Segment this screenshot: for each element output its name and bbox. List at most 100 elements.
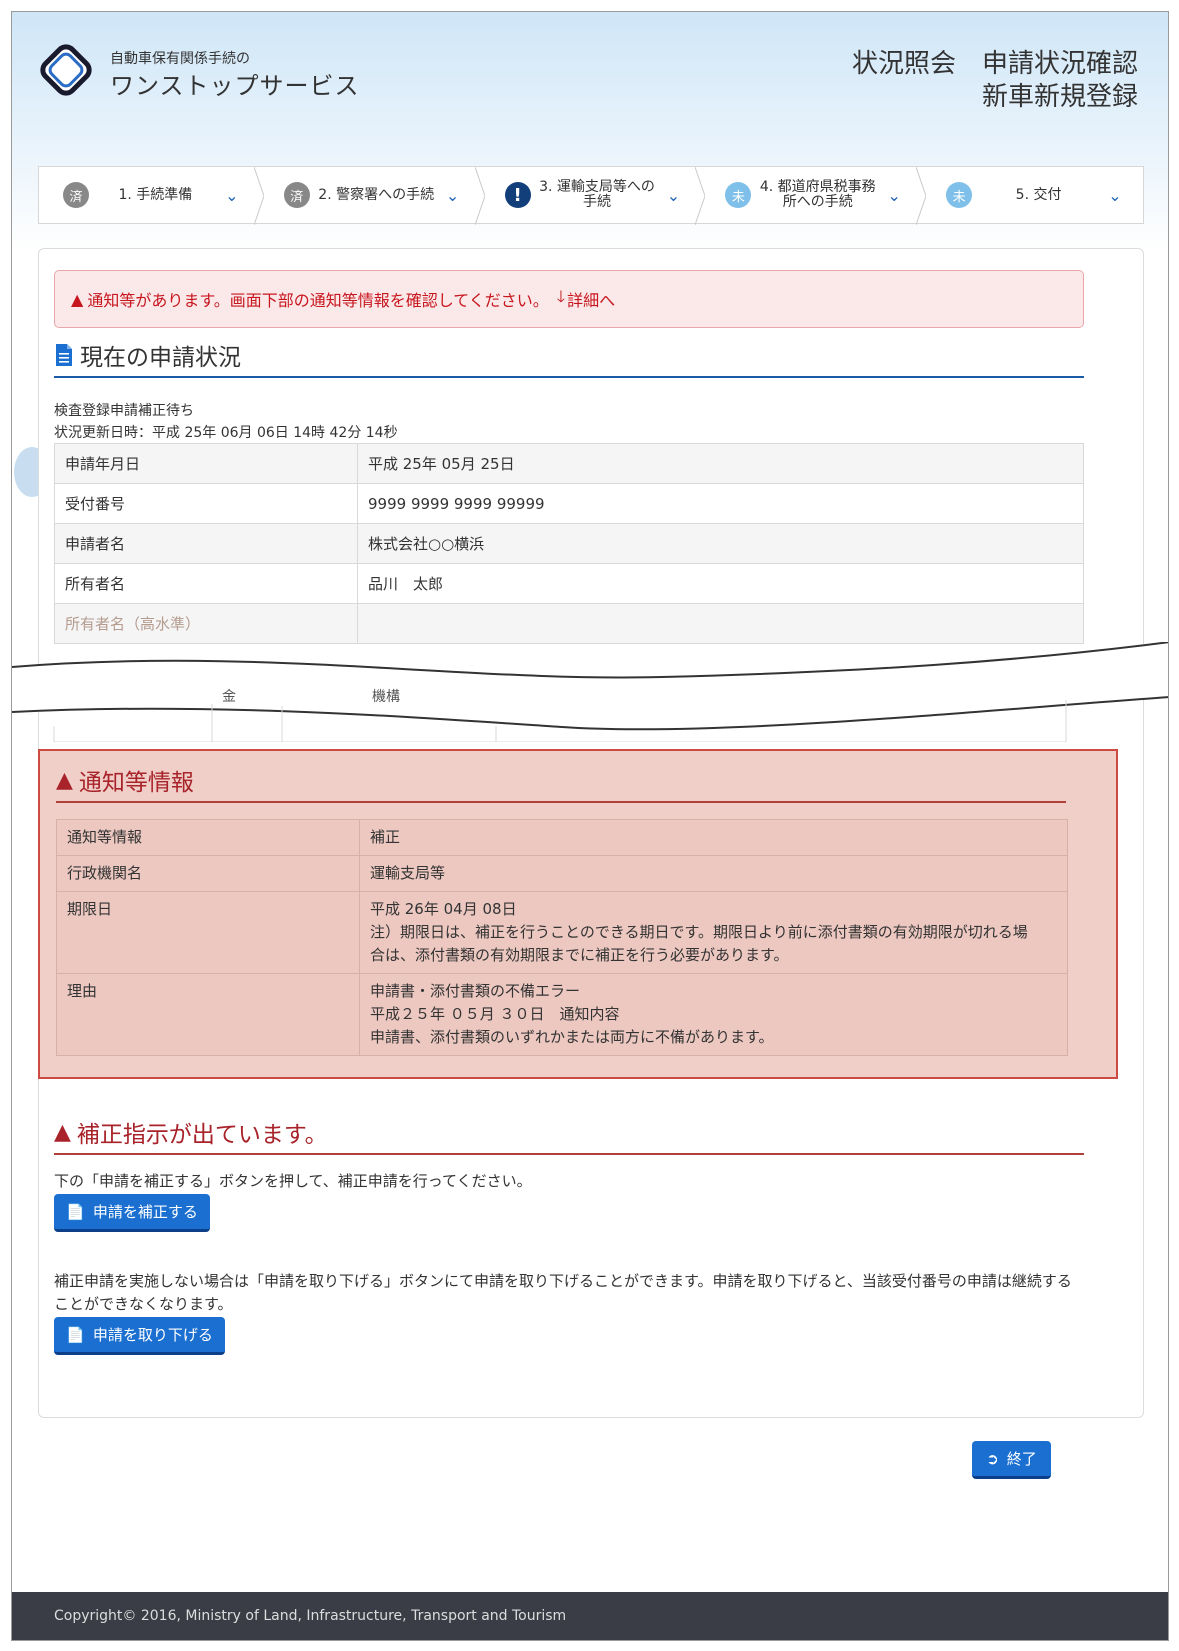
status-title-text: 現在の申請状況 [80, 345, 241, 371]
truncated-cell: 機構 [372, 689, 400, 705]
value-line: 平成 26年 04月 08日 [370, 900, 517, 918]
document-icon: 📄 [66, 1325, 85, 1344]
correction-title: ▲ 補正指示が出ています。 [54, 1115, 328, 1149]
row-key: 受付番号 [54, 483, 358, 524]
button-label: 終了 [1006, 1450, 1037, 1468]
chevron-down-icon[interactable]: ⌄ [1105, 186, 1125, 205]
correction-instruction: 下の「申請を補正する」ボタンを押して、補正申請を行ってください。 [54, 1172, 532, 1190]
logo-title: ワンストップサービス [110, 72, 360, 100]
document-icon [56, 344, 72, 366]
row-value: 平成 26年 04月 08日 注）期限日は、補正を行うことのできる期日です。期限… [359, 891, 1068, 974]
arrow-down-icon: 🡓 [556, 286, 566, 306]
table-row: 行政機関名 運輸支局等 [56, 855, 1068, 892]
row-value: 9999 9999 9999 99999 [357, 483, 1084, 524]
site-header: 自動車保有関係手続の ワンストップサービス 状況照会 申請状況確認 新車新規登録 [12, 12, 1168, 162]
warning-icon: ▲ [54, 1119, 71, 1145]
table-row: 所有者名 品川 太郎 [54, 563, 1084, 604]
progress-steps: 済 1. 手続準備 ⌄ 済 2. 警察署への手続 ⌄ ! 3. 運輸支局等への手… [38, 166, 1144, 225]
end-button[interactable]: ➲ 終了 [972, 1441, 1051, 1479]
service-logo-icon [40, 44, 92, 96]
table-row: 申請年月日 平成 25年 05月 25日 [54, 443, 1084, 484]
status-title-divider [54, 376, 1084, 378]
app-window: 自動車保有関係手続の ワンストップサービス 状況照会 申請状況確認 新車新規登録… [11, 11, 1169, 1641]
value-line: 合は、添付書類の有効期限までに補正を行う必要があります。 [370, 946, 789, 964]
step-label: 3. 運輸支局等への手続 [539, 179, 655, 210]
correct-application-button[interactable]: 📄 申請を補正する [54, 1194, 210, 1232]
row-key: 期限日 [56, 891, 360, 974]
truncated-cell: 金 [222, 689, 236, 705]
document-icon: 📄 [66, 1202, 85, 1221]
step-status-badge: 済 [63, 182, 89, 208]
page-heading-category: 状況照会 [851, 49, 956, 79]
button-label: 申請を補正する [92, 1203, 198, 1221]
table-row: 所有者名（高水準） [54, 603, 1084, 644]
alert-text: 通知等があります。画面下部の通知等情報を確認してください。 [87, 291, 549, 310]
step-label: 2. 警察署への手続 [318, 186, 435, 203]
step-1[interactable]: 済 1. 手続準備 ⌄ [39, 167, 264, 225]
status-section-title: 現在の申請状況 [54, 338, 241, 372]
exclamation-icon: ! [504, 182, 531, 208]
row-key: 通知等情報 [56, 819, 360, 856]
sign-out-icon: ➲ [986, 1449, 999, 1468]
chevron-down-icon[interactable]: ⌄ [663, 186, 683, 205]
table-row: 申請者名 株式会社○○横浜 [54, 523, 1084, 564]
step-status-badge: 未 [725, 182, 752, 208]
row-value: 品川 太郎 [357, 563, 1084, 604]
step-2[interactable]: 済 2. 警察署への手続 ⌄ [260, 167, 485, 225]
row-key: 理由 [56, 973, 360, 1056]
notice-title: ▲ 通知等情報 [56, 763, 194, 797]
page-break-indicator [12, 642, 1168, 742]
row-value: 平成 25年 05月 25日 [357, 443, 1084, 484]
chevron-down-icon[interactable]: ⌄ [443, 186, 463, 205]
warning-icon: ▲ [71, 289, 84, 309]
value-line: 注）期限日は、補正を行うことのできる期日です。期限日より前に添付書類の有効期限が… [370, 923, 1028, 941]
row-value: 補正 [359, 819, 1068, 856]
value-line: 平成２５年 ０５月 ３０日 通知内容 [370, 1005, 620, 1023]
value-line: 運輸支局等 [370, 864, 446, 882]
footer: Copyright© 2016, Ministry of Land, Infra… [12, 1592, 1168, 1640]
step-status-badge: 済 [283, 182, 310, 208]
logo-subtitle: 自動車保有関係手続の [110, 51, 250, 67]
row-value: 申請書・添付書類の不備エラー 平成２５年 ０５月 ３０日 通知内容 申請書、添付… [359, 973, 1068, 1056]
table-row: 受付番号 9999 9999 9999 99999 [54, 483, 1084, 524]
notice-info-box: ▲ 通知等情報 通知等情報 補正 行政機関名 運輸支局等 期限日 平成 26年 … [38, 749, 1118, 1079]
step-label: 1. 手続準備 [118, 186, 193, 203]
page-heading-subtitle: 新車新規登録 [981, 82, 1138, 112]
step-5[interactable]: 未 5. 交付 ⌄ [922, 167, 1143, 223]
row-value: 運輸支局等 [359, 855, 1068, 892]
step-label: 5. 交付 [1015, 186, 1062, 203]
value-line: 申請書・添付書類の不備エラー [370, 982, 581, 1000]
status-table: 申請年月日 平成 25年 05月 25日 受付番号 9999 9999 9999 9… [54, 443, 1084, 644]
table-row: 通知等情報 補正 [56, 819, 1068, 856]
step-status-badge: 未 [946, 182, 973, 208]
step-label: 4. 都道府県税事務所への手続 [759, 179, 876, 210]
warning-icon: ▲ [56, 767, 73, 793]
value-line: 補正 [370, 828, 401, 846]
detail-link[interactable]: 詳細へ [567, 287, 615, 311]
withdraw-instruction: 補正申請を実施しない場合は「申請を取り下げる」ボタンにて申請を取り下げることがで… [54, 1272, 1072, 1313]
value-line: 申請書、添付書類のいずれかまたは両方に不備があります。 [370, 1028, 774, 1046]
notice-title-text: 通知等情報 [78, 770, 194, 796]
row-value [357, 603, 1084, 644]
step-3[interactable]: ! 3. 運輸支局等への手続 ⌄ [481, 167, 706, 225]
chevron-down-icon[interactable]: ⌄ [222, 186, 242, 205]
step-4[interactable]: 未 4. 都道府県税事務所への手続 ⌄ [701, 167, 927, 225]
correction-title-text: 補正指示が出ています。 [76, 1122, 328, 1148]
withdraw-application-button[interactable]: 📄 申請を取り下げる [54, 1317, 225, 1355]
page-heading-title: 申請状況確認 [981, 49, 1138, 79]
button-label: 申請を取り下げる [92, 1326, 213, 1344]
correction-title-divider [54, 1153, 1084, 1155]
notice-table: 通知等情報 補正 行政機関名 運輸支局等 期限日 平成 26年 04月 08日 … [56, 819, 1068, 1056]
status-updated-time: 状況更新日時：平成 25年 06月 06日 14時 42分 14秒 [54, 425, 398, 441]
chevron-down-icon[interactable]: ⌄ [884, 186, 904, 205]
table-row: 期限日 平成 26年 04月 08日 注）期限日は、補正を行うことのできる期日で… [56, 891, 1068, 974]
notice-alert: ▲ 通知等があります。画面下部の通知等情報を確認してください。 🡓 詳細へ [54, 270, 1084, 328]
row-key: 申請者名 [54, 523, 358, 564]
status-state: 検査登録申請補正待ち [54, 403, 194, 419]
row-key: 所有者名（高水準） [54, 603, 358, 644]
row-key: 行政機関名 [56, 855, 360, 892]
copyright-text: Copyright© 2016, Ministry of Land, Infra… [54, 1608, 567, 1624]
notice-title-divider [56, 801, 1066, 803]
table-row: 理由 申請書・添付書類の不備エラー 平成２５年 ０５月 ３０日 通知内容 申請書… [56, 973, 1068, 1056]
row-key: 申請年月日 [54, 443, 358, 484]
